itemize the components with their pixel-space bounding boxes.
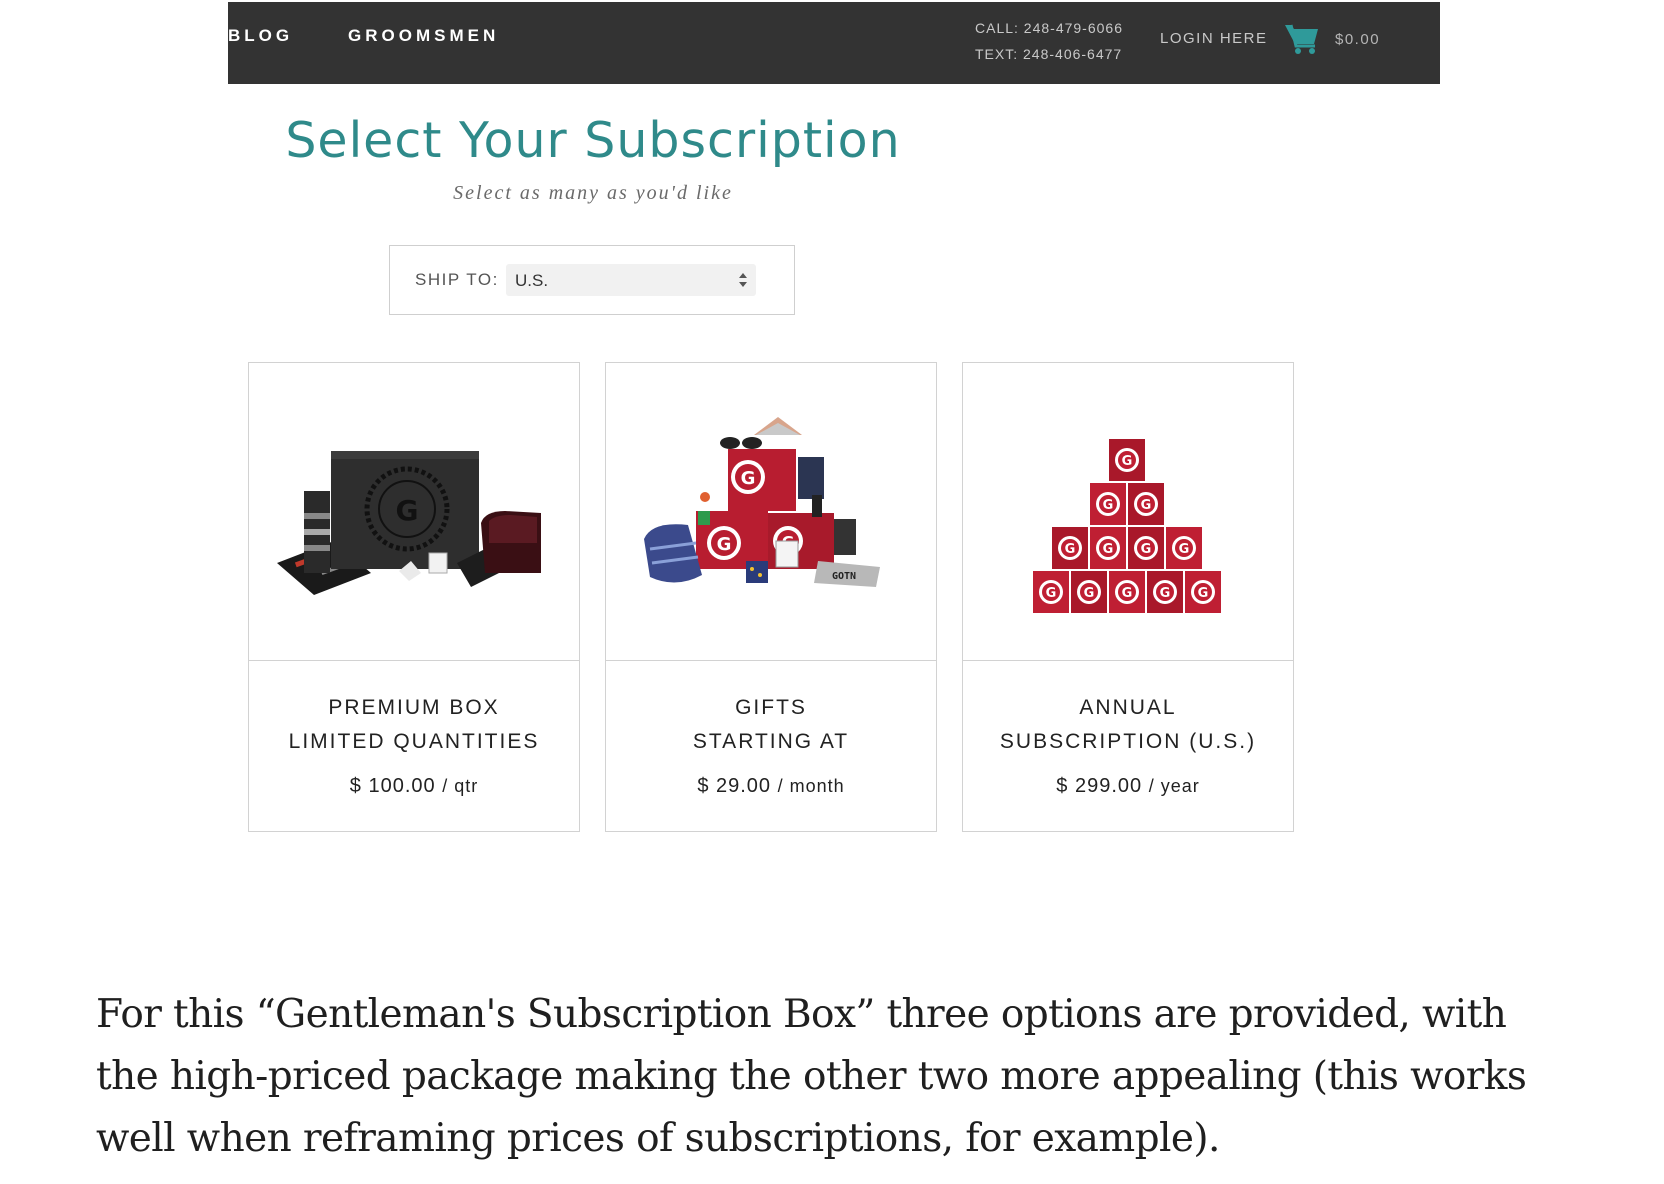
svg-text:G: G [1065,542,1076,557]
product-title-line2: STARTING AT [692,730,850,753]
product-title-line2: SUBSCRIPTION (U.S.) [999,730,1257,753]
annual-boxes-pyramid-image: G G G G G G G G G G G G [963,363,1293,661]
ship-to-value: U.S. [515,271,549,290]
svg-text:G: G [1084,586,1095,601]
price-amount: $ 299.00 [1056,775,1143,797]
shopping-cart-icon[interactable] [1284,22,1320,56]
svg-text:G: G [1103,542,1114,557]
page-title: Select Your Subscription [285,112,901,169]
svg-text:G: G [1160,586,1171,601]
svg-text:GOTN: GOTN [832,571,856,582]
price-period: / month [777,776,845,796]
product-title-line2: LIMITED QUANTITIES [288,730,540,753]
ship-to-box: SHIP TO: U.S. [389,245,795,315]
price-period: / qtr [442,776,479,796]
login-link[interactable]: LOGIN HERE [1160,30,1268,47]
product-price: $ 100.00 / qtr [249,775,579,798]
ship-to-select[interactable]: U.S. [506,264,756,296]
svg-text:G: G [1122,454,1133,469]
product-card-annual[interactable]: GGGGGGGGGGGG ANNUAL SUBSCRIPTION (U.S.) … [962,362,1294,832]
product-card-premium[interactable]: G PREMIUM BOX LIMITED QUANTITIES $ 100.0… [248,362,580,832]
svg-text:G: G [396,494,419,527]
product-title-line1: PREMIUM BOX [328,696,500,719]
article-paragraph: For this “Gentleman's Subscription Box” … [96,992,1527,1161]
premium-box-image: G [249,363,579,661]
svg-text:G: G [717,534,732,555]
product-price: $ 29.00 / month [606,775,936,798]
product-title-line1: GIFTS [735,696,807,719]
product-price: $ 299.00 / year [963,775,1293,798]
svg-text:G: G [741,468,756,489]
contact-info: CALL: 248-479-6066 TEXT: 248-406-6477 [975,15,1123,67]
price-period: / year [1148,776,1200,796]
svg-text:G: G [1046,586,1057,601]
svg-text:G: G [1141,498,1152,513]
text-phone: TEXT: 248-406-6477 [975,46,1123,62]
call-phone: CALL: 248-479-6066 [975,20,1123,36]
gifts-bundle-image: G G G GOTN [606,363,936,661]
svg-text:G: G [1122,586,1133,601]
nav-link-groomsmen[interactable]: GROOMSMEN [348,26,499,46]
nav-link-blog[interactable]: BLOG [228,26,293,46]
price-amount: $ 29.00 [697,775,772,797]
svg-text:G: G [1141,542,1152,557]
svg-text:G: G [1198,586,1209,601]
top-nav-bar: BLOG GROOMSMEN CALL: 248-479-6066 TEXT: … [228,2,1440,84]
select-arrows-icon [739,273,747,287]
svg-text:G: G [1179,542,1190,557]
product-card-gifts[interactable]: G G G GOTN [605,362,937,832]
cart-total[interactable]: $0.00 [1335,31,1380,48]
svg-text:G: G [1103,498,1114,513]
ship-to-label: SHIP TO: [415,270,499,289]
page-subtitle: Select as many as you'd like [453,182,733,204]
price-amount: $ 100.00 [349,775,436,797]
product-title-line1: ANNUAL [1079,696,1177,719]
